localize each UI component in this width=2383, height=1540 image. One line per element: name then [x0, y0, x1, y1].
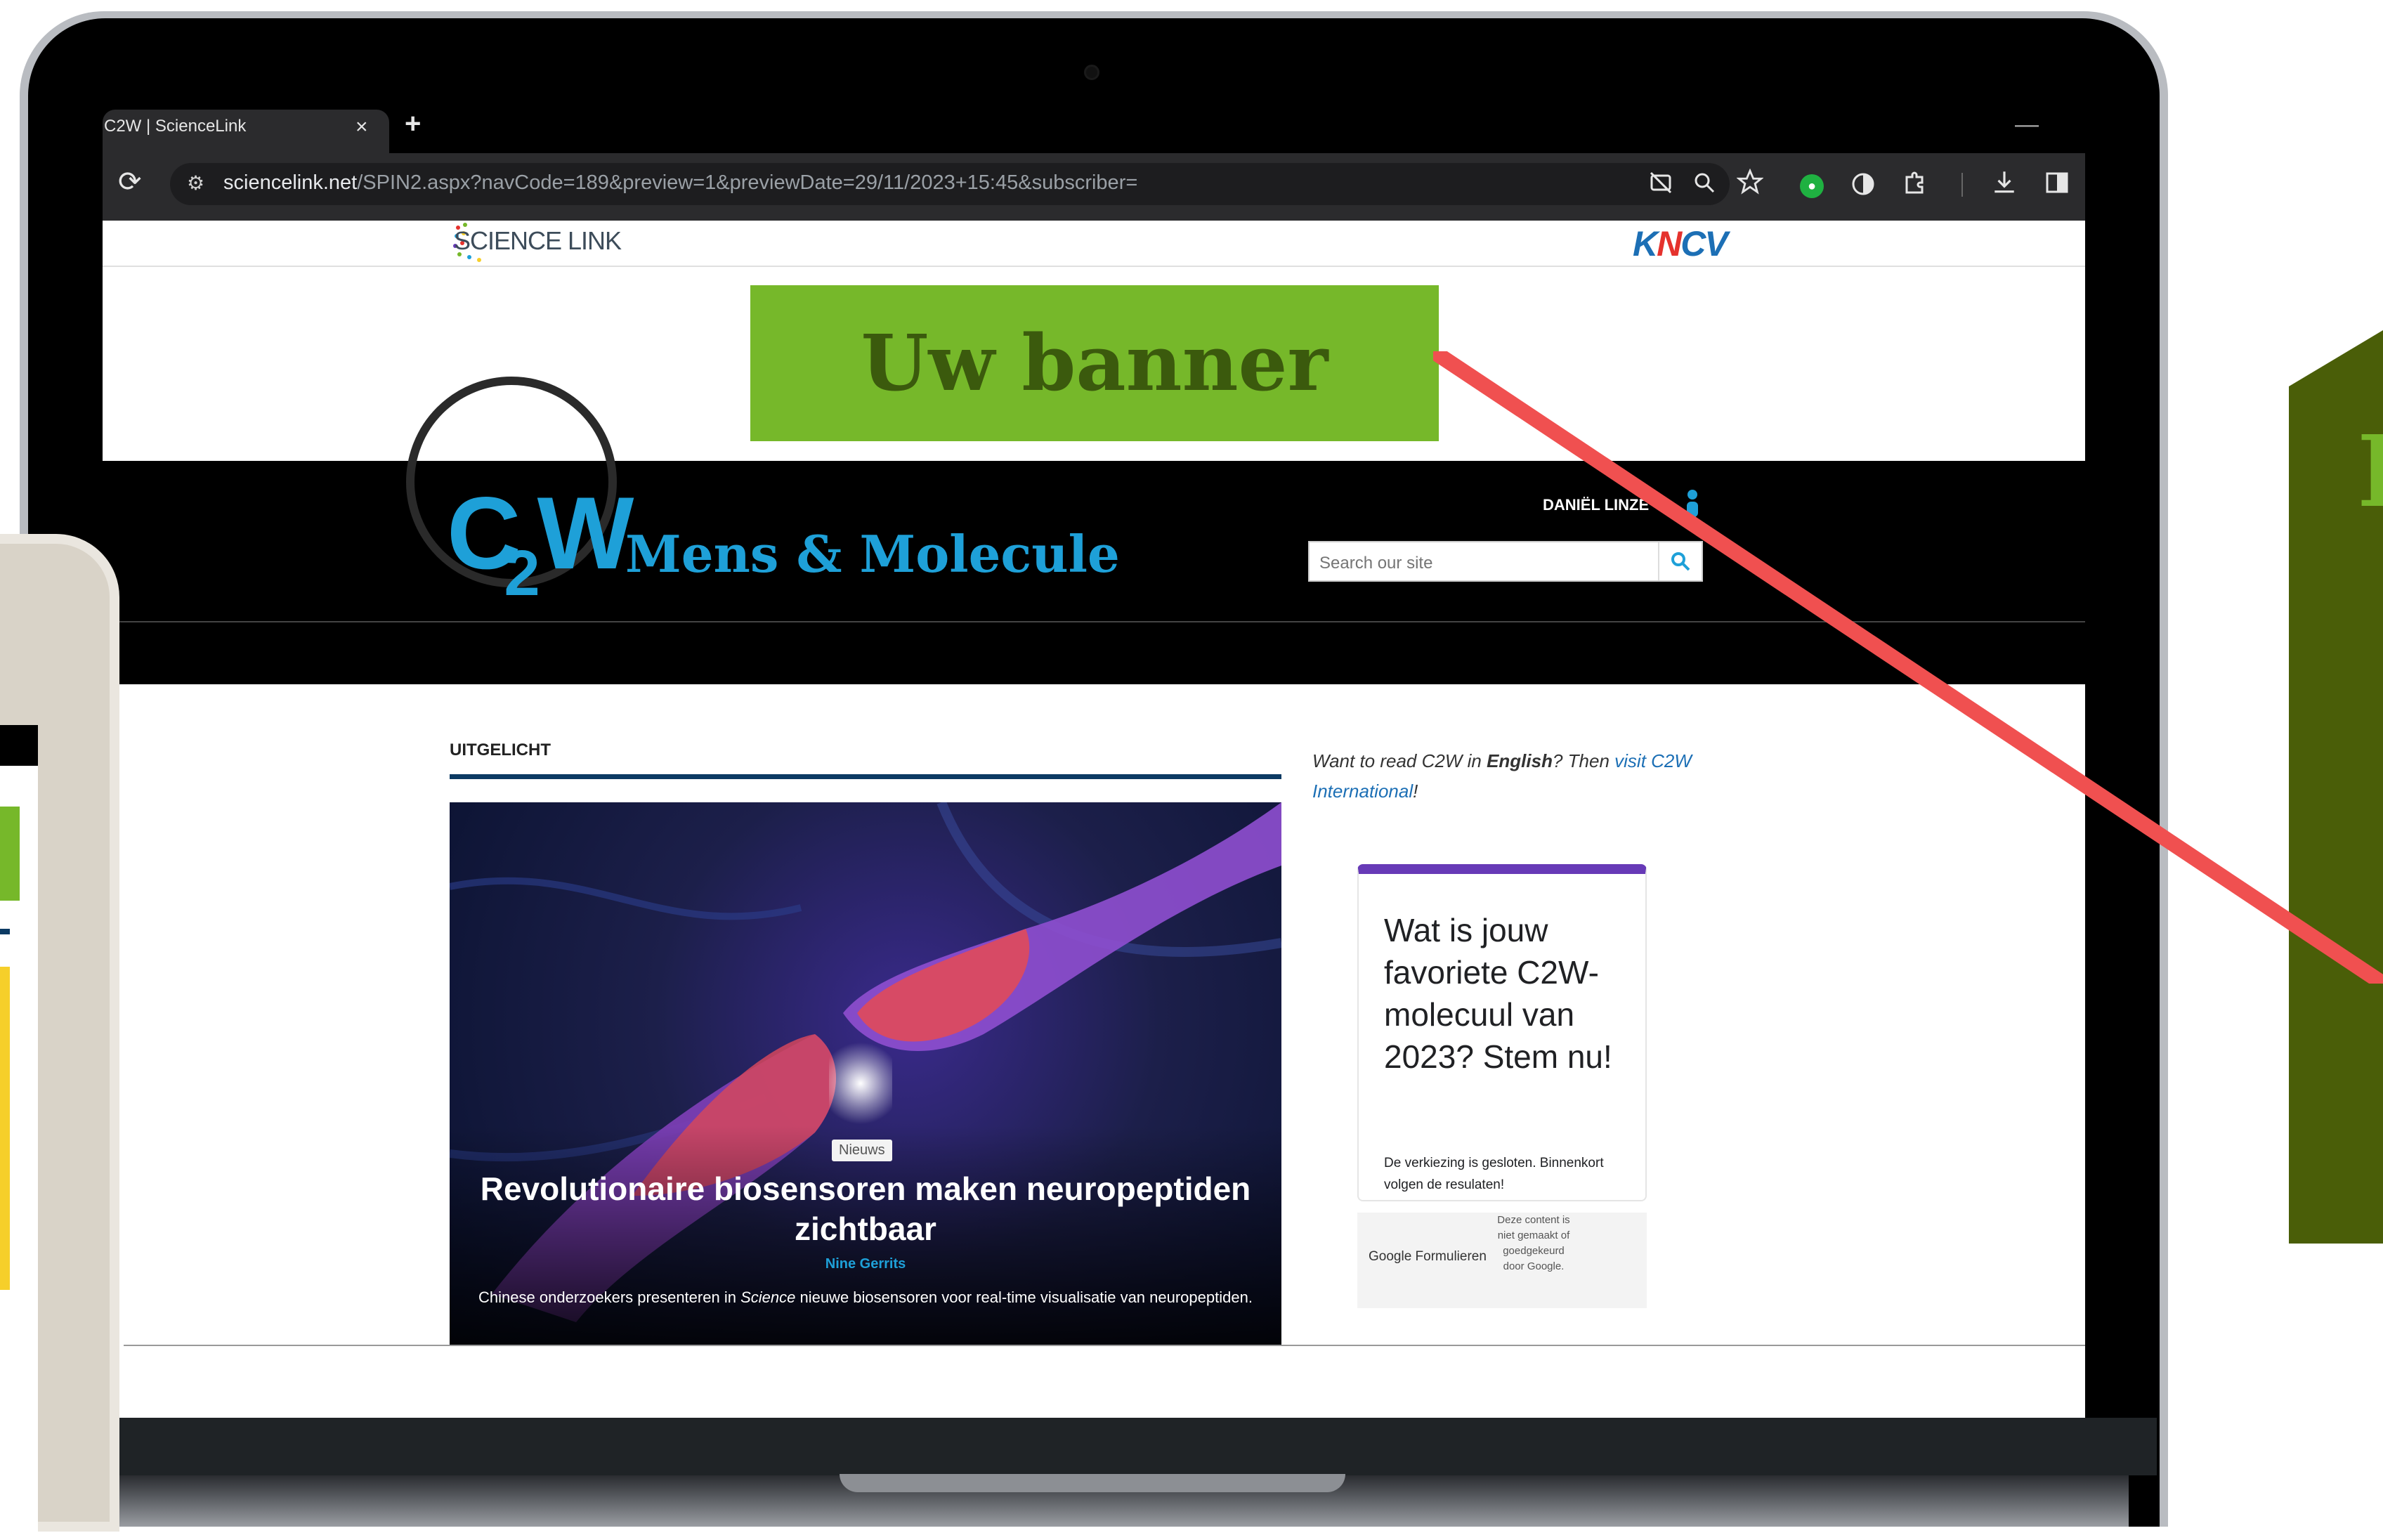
site-subtitle: Mens & Molecule [625, 524, 1120, 584]
browser-tabbar: C2W | ScienceLink × + — [103, 107, 2085, 153]
kncv-k: K [1633, 224, 1658, 263]
phone-lego-image [0, 967, 10, 1290]
phone-header: ☰ [0, 725, 38, 767]
logo-2: 2 [504, 537, 540, 609]
laptop-hinge [840, 1474, 1345, 1492]
url-path: /SPIN2.aspx?navCode=189&preview=1&previe… [357, 171, 1138, 194]
site-info-icon[interactable]: ⚙ [187, 171, 204, 195]
download-icon[interactable] [1991, 169, 2018, 195]
url-host: sciencelink.net [223, 171, 358, 194]
browser-tab[interactable]: C2W | ScienceLink × [103, 110, 389, 153]
reload-icon[interactable]: ⟳ [118, 166, 142, 198]
kncv-n: N [1657, 224, 1682, 263]
minimize-button[interactable]: — [2015, 111, 2039, 138]
featured-article[interactable]: Nieuws Revolutionaire biosensoren maken … [450, 802, 1281, 1345]
sciencelink-logo[interactable]: SCIENCE LINK [454, 226, 622, 256]
zoom-icon[interactable] [1692, 170, 1717, 195]
article-author[interactable]: Nine Gerrits [450, 1256, 1281, 1272]
partner-strip: SCIENCE LINK KNCV [103, 221, 2085, 267]
section-label: UITGELICHT [450, 740, 551, 759]
ad-banner[interactable]: Uw banner hier! [750, 285, 1439, 564]
synapse-glow [829, 1034, 892, 1133]
google-forms-footer: Google Formulieren Deze content is niet … [1357, 1213, 1647, 1308]
tab-title: C2W | ScienceLink [104, 117, 247, 136]
url-text[interactable]: sciencelink.net/SPIN2.aspx?navCode=189&p… [223, 171, 1137, 195]
phone-screen: ☰ ! [0, 725, 38, 1540]
article-title[interactable]: Revolutionaire biosensoren maken neurope… [450, 1169, 1281, 1249]
article-summary: Chinese onderzoekers presenteren in Scie… [478, 1286, 1253, 1310]
kncv-logo[interactable]: KNCV [1633, 223, 1728, 264]
google-forms-logo[interactable]: Google Formulieren [1369, 1249, 1487, 1265]
summary-suffix: nieuwe biosensoren voor real-time visual… [795, 1288, 1253, 1306]
eye-off-icon[interactable] [1648, 170, 1673, 195]
camera-icon [1084, 65, 1099, 80]
phone-ad-banner[interactable]: ! [0, 807, 20, 901]
summary-prefix: Chinese onderzoekers presenteren in [478, 1288, 741, 1306]
content-bottom-line [124, 1345, 2085, 1346]
sidebar-icon[interactable] [2044, 170, 2070, 195]
toolbar-divider [1961, 173, 1963, 197]
phone-mockup: ☰ ! [0, 534, 119, 1540]
new-tab-button[interactable]: + [405, 108, 421, 140]
google-forms-disclaimer: Deze content is niet gemaakt of goedgeke… [1497, 1214, 1570, 1272]
category-badge[interactable]: Nieuws [832, 1140, 892, 1161]
circle-half-icon[interactable] [1850, 171, 1876, 197]
hamburger-menu-icon[interactable]: ☰ [0, 731, 1, 767]
intl-suffix: ! [1413, 781, 1418, 802]
c2w-logo[interactable]: C2W [447, 482, 634, 610]
poll-note: De verkiezing is gesloten. Binnenkort vo… [1384, 1156, 1604, 1192]
logo-w: W [537, 476, 634, 590]
summary-journal: Science [740, 1288, 796, 1306]
puzzle-icon[interactable] [1902, 170, 1928, 195]
kncv-cv: CV [1680, 224, 1728, 263]
red-pointer-line [1433, 351, 2383, 984]
phone-section-line [0, 929, 10, 934]
section-underline [450, 774, 1281, 779]
extension-green-icon[interactable]: ● [1800, 174, 1824, 198]
tab-close-icon[interactable]: × [355, 115, 368, 139]
star-icon[interactable] [1737, 169, 1763, 195]
laptop-bottom-strip [119, 1418, 2157, 1475]
browser-toolbar: ⟳ ⚙ sciencelink.net/SPIN2.aspx?navCode=1… [103, 153, 2085, 221]
